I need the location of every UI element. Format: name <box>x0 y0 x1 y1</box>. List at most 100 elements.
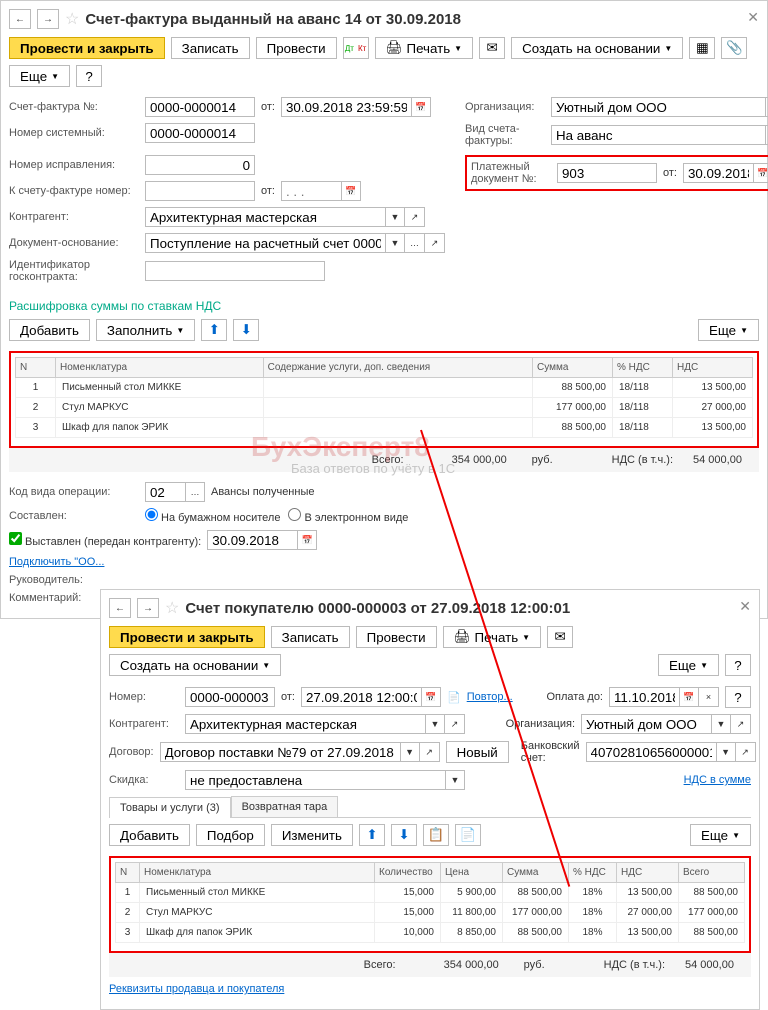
more-button[interactable]: Еще ▼ <box>9 65 70 87</box>
org-label: Организация: <box>465 101 545 113</box>
help-icon[interactable]: ? <box>76 65 102 87</box>
add-button[interactable]: Добавить <box>109 824 190 846</box>
org-input[interactable] <box>551 97 765 117</box>
post-close-button[interactable]: Провести и закрыть <box>9 37 165 59</box>
table-row[interactable]: 1Письменный стол МИККЕ15,0005 900,0088 5… <box>116 883 745 903</box>
clear-icon[interactable]: × <box>699 687 719 707</box>
doc-icon[interactable]: 📄 <box>447 691 461 704</box>
open-icon[interactable]: ↗ <box>405 207 425 227</box>
help-icon[interactable]: ? <box>725 686 751 708</box>
nav-forward[interactable]: → <box>137 598 159 618</box>
edit-button[interactable]: Изменить <box>271 824 353 846</box>
more-button[interactable]: Еще ▼ <box>698 319 759 341</box>
bank-input[interactable] <box>586 742 716 762</box>
gov-id-input[interactable] <box>145 261 325 281</box>
tab-returns[interactable]: Возвратная тара <box>231 796 339 817</box>
pick-button[interactable]: Подбор <box>196 824 265 846</box>
counterparty-input[interactable] <box>185 714 425 734</box>
issued-label: Составлен: <box>9 510 139 522</box>
corr-no-input[interactable] <box>145 155 255 175</box>
paper-radio[interactable]: На бумажном носителе <box>145 508 280 524</box>
no-label: Номер: <box>109 691 179 703</box>
electronic-radio[interactable]: В электронном виде <box>288 508 408 524</box>
sys-no-input[interactable] <box>145 123 255 143</box>
post-close-button[interactable]: Провести и закрыть <box>109 626 265 648</box>
org-input[interactable] <box>581 714 711 734</box>
close-icon[interactable]: ✕ <box>739 598 751 615</box>
attach-icon[interactable]: 📎 <box>721 37 747 59</box>
move-down-icon[interactable]: ⬇ <box>233 319 259 341</box>
post-button[interactable]: Провести <box>256 37 337 59</box>
calendar-icon[interactable]: 📅 <box>679 687 699 707</box>
table-row[interactable]: 1Письменный стол МИККЕ88 500,0018/11813 … <box>16 378 753 398</box>
sent-checkbox[interactable]: Выставлен (передан контрагенту): <box>9 532 201 548</box>
bill-window: ✕ ← → ☆ Счет покупателю 0000-000003 от 2… <box>100 589 760 1010</box>
move-down-icon[interactable]: ⬇ <box>391 824 417 846</box>
counterparty-input[interactable] <box>145 207 385 227</box>
ellipsis-icon[interactable]: … <box>405 233 425 253</box>
mail-icon[interactable]: ✉ <box>479 37 505 59</box>
basis-input[interactable] <box>145 233 385 253</box>
table-row[interactable]: 2Стул МАРКУС15,00011 800,00177 000,0018%… <box>116 903 745 923</box>
calendar-icon[interactable]: 📅 <box>297 530 317 550</box>
no-input[interactable] <box>185 687 275 707</box>
move-up-icon[interactable]: ⬆ <box>359 824 385 846</box>
mail-icon[interactable]: ✉ <box>547 626 573 648</box>
structure-icon[interactable]: ▦ <box>689 37 715 59</box>
paste-icon[interactable]: 📄 <box>455 824 481 846</box>
create-based-button[interactable]: Создать на основании ▼ <box>511 37 683 59</box>
star-icon[interactable]: ☆ <box>165 598 179 618</box>
to-inv-date[interactable] <box>281 181 341 201</box>
calendar-icon[interactable]: 📅 <box>341 181 361 201</box>
seller-details-link[interactable]: Реквизиты продавца и покупателя <box>109 983 284 995</box>
nav-back[interactable]: ← <box>109 598 131 618</box>
invoice-no-input[interactable] <box>145 97 255 117</box>
more-button[interactable]: Еще ▼ <box>658 654 719 676</box>
repeat-link[interactable]: Повтор... <box>467 691 513 703</box>
open-icon[interactable]: ↗ <box>425 233 445 253</box>
to-inv-input[interactable] <box>145 181 255 201</box>
pay-doc-input[interactable] <box>557 163 657 183</box>
dropdown-icon[interactable]: ▼ <box>385 207 405 227</box>
vat-sum-link[interactable]: НДС в сумме <box>684 774 751 786</box>
table-row[interactable]: 3Шкаф для папок ЭРИК88 500,0018/11813 50… <box>16 418 753 438</box>
gov-id-label: Идентификатор госконтракта: <box>9 259 139 283</box>
close-icon[interactable]: ✕ <box>747 9 759 26</box>
sent-date-input[interactable] <box>207 530 297 550</box>
contract-input[interactable] <box>160 742 400 762</box>
move-up-icon[interactable]: ⬆ <box>201 319 227 341</box>
calendar-icon[interactable]: 📅 <box>421 687 441 707</box>
calendar-icon[interactable]: 📅 <box>753 163 768 183</box>
connect-link[interactable]: Подключить "ОО... <box>9 556 104 568</box>
new-button[interactable]: Новый <box>446 741 509 763</box>
add-button[interactable]: Добавить <box>9 319 90 341</box>
calendar-icon[interactable]: 📅 <box>411 97 431 117</box>
nav-forward[interactable]: → <box>37 9 59 29</box>
post-button[interactable]: Провести <box>356 626 437 648</box>
counterparty-label: Контрагент: <box>9 211 139 223</box>
tab-goods[interactable]: Товары и услуги (3) <box>109 797 231 818</box>
print-button[interactable]: 🖨 Печать ▼ <box>443 626 542 648</box>
pay-until-label: Оплата до: <box>547 691 604 703</box>
date-input[interactable] <box>301 687 421 707</box>
copy-icon[interactable]: 📋 <box>423 824 449 846</box>
dropdown-icon[interactable]: ▼ <box>385 233 405 253</box>
help-icon[interactable]: ? <box>725 654 751 676</box>
save-button[interactable]: Записать <box>171 37 250 59</box>
more-button[interactable]: Еще ▼ <box>690 824 751 846</box>
date-input[interactable] <box>281 97 411 117</box>
inv-type-input[interactable] <box>551 125 765 145</box>
fill-button[interactable]: Заполнить ▼ <box>96 319 195 341</box>
pay-until-input[interactable] <box>609 687 679 707</box>
discount-input[interactable] <box>185 770 445 790</box>
nav-back[interactable]: ← <box>9 9 31 29</box>
dtkt-icon[interactable]: ДтКт <box>343 37 369 59</box>
pay-date-input[interactable] <box>683 163 753 183</box>
print-button[interactable]: 🖨 Печать ▼ <box>375 37 474 59</box>
save-button[interactable]: Записать <box>271 626 350 648</box>
op-code-input[interactable] <box>145 482 185 502</box>
table-row[interactable]: 2Стул МАРКУС177 000,0018/11827 000,00 <box>16 398 753 418</box>
create-based-button[interactable]: Создать на основании ▼ <box>109 654 281 676</box>
ellipsis-icon[interactable]: … <box>185 482 205 502</box>
star-icon[interactable]: ☆ <box>65 9 79 29</box>
